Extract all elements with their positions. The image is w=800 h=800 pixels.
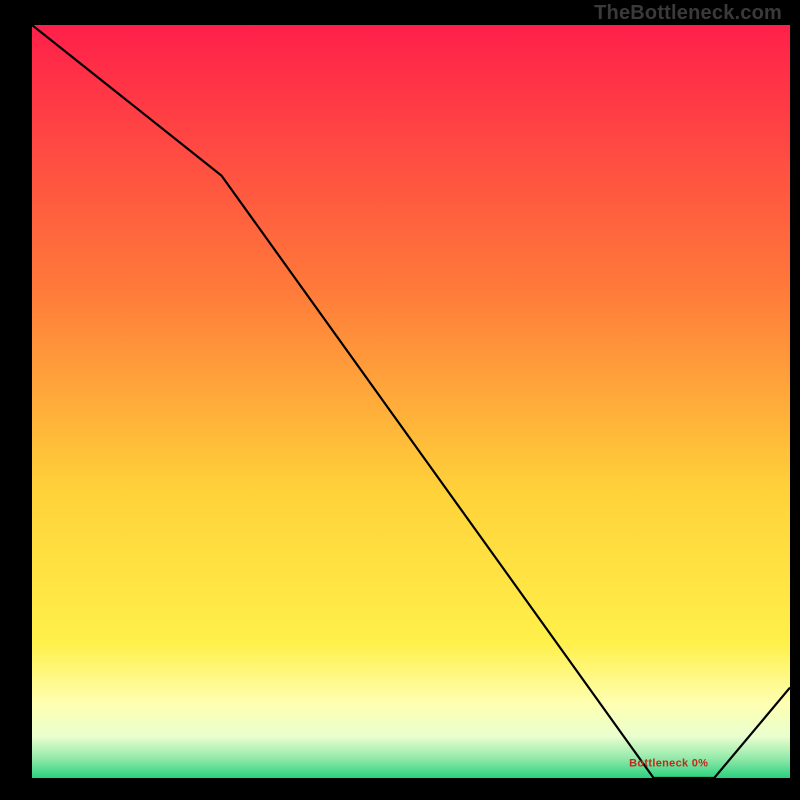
chart-container: { "attribution": "TheBottleneck.com", "c…	[0, 0, 800, 800]
attribution-label: TheBottleneck.com	[594, 2, 782, 25]
bottleneck-annotation: Bottleneck 0%	[629, 758, 708, 770]
chart-svg: Bottleneck 0%	[0, 0, 800, 800]
plot-background	[32, 25, 790, 778]
